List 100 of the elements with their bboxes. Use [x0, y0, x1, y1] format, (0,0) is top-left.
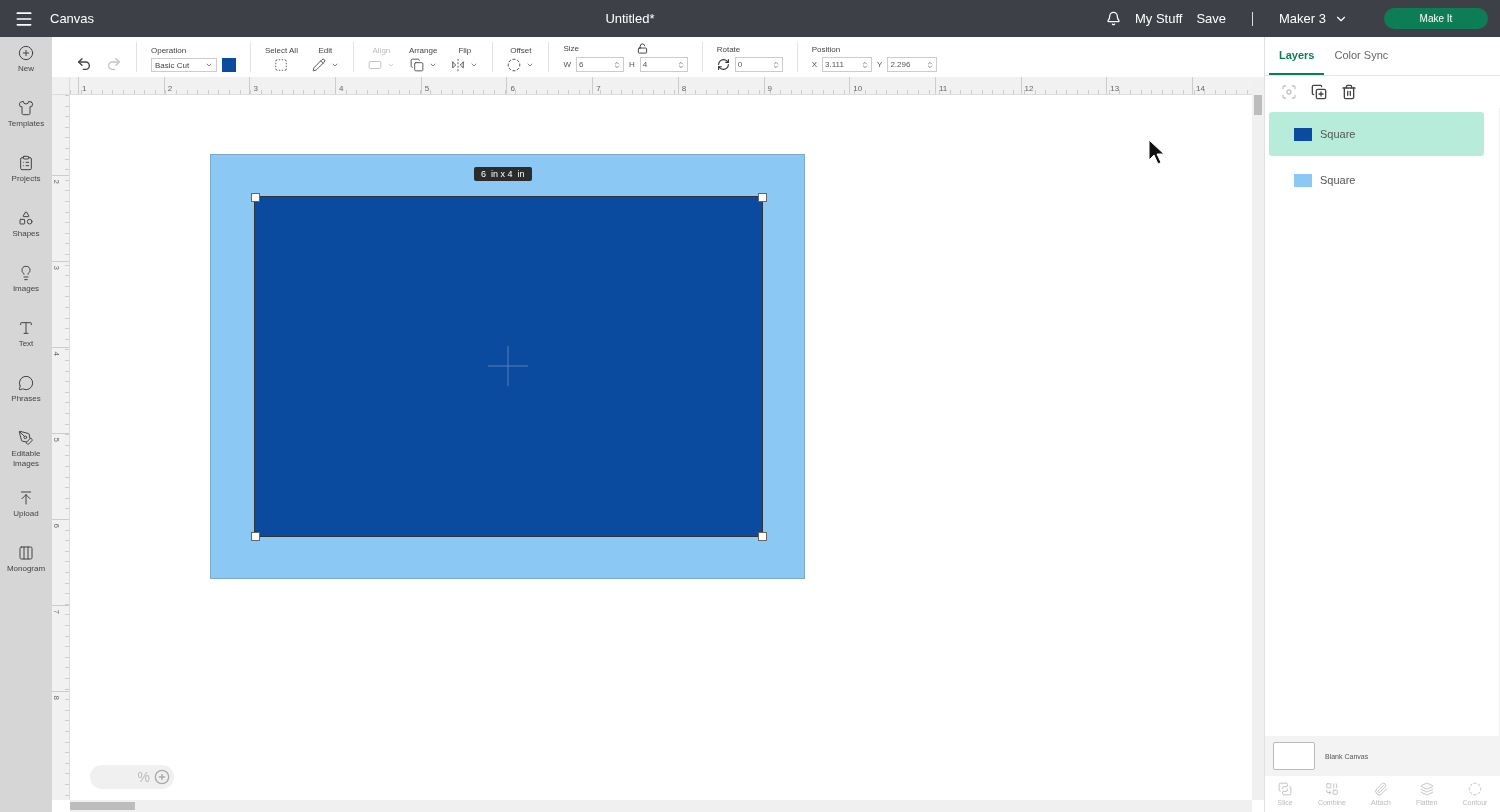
ruler-number: 4: [52, 351, 61, 358]
sidebar-item[interactable]: Templates: [0, 100, 52, 155]
shapes-icon: [18, 210, 34, 226]
toolbar-tool[interactable]: Offset: [507, 46, 535, 72]
columns-icon: [18, 545, 34, 561]
horizontal-scrollbar[interactable]: [70, 800, 1252, 812]
combine-icon: [1324, 782, 1339, 796]
top-link[interactable]: My Stuff: [1134, 11, 1183, 26]
color-swatch[interactable]: [222, 58, 236, 72]
trash-icon[interactable]: [1341, 84, 1357, 100]
field-label: W: [563, 60, 571, 69]
flip-icon: [451, 58, 466, 72]
operation-select[interactable]: Basic Cut: [151, 58, 217, 72]
upload-icon: [18, 490, 34, 506]
top-link[interactable]: Save: [1196, 11, 1227, 26]
sidebar-item[interactable]: Upload: [0, 490, 52, 545]
machine-dropdown[interactable]: Maker 3: [1279, 11, 1348, 26]
sidebar-item[interactable]: Phrases: [0, 375, 52, 430]
sidebar-item[interactable]: Editable Images: [0, 430, 52, 490]
layer-name: Square: [1320, 174, 1356, 186]
sidebar-item[interactable]: Text: [0, 320, 52, 375]
spinner-icon[interactable]: [861, 60, 870, 69]
spinner-icon[interactable]: [676, 60, 685, 69]
lock-icon[interactable]: [636, 43, 648, 54]
sidebar-item[interactable]: New: [0, 45, 52, 100]
caret-icon: [470, 61, 479, 69]
y-field[interactable]: 2.296: [887, 57, 938, 72]
caret-icon: [386, 61, 395, 69]
ruler-number: 3: [252, 84, 258, 93]
rotate-icon[interactable]: [716, 58, 730, 71]
cursor-icon: [1148, 139, 1166, 165]
shirt-icon: [18, 100, 34, 116]
ruler-number: 6: [509, 84, 515, 93]
ruler-number: 12: [1023, 84, 1034, 93]
ruler-number: 9: [766, 84, 772, 93]
project-title: Untitled*: [605, 11, 655, 26]
ruler-number: 2: [166, 84, 173, 93]
field-label: Y: [877, 60, 883, 69]
sidebar-item[interactable]: Monogram: [0, 545, 52, 600]
ruler-number: 5: [52, 437, 61, 444]
ruler-number: 6: [52, 523, 61, 530]
layers-icon: [1419, 782, 1434, 796]
toolbar-label: Size: [563, 44, 579, 53]
pen-icon: [18, 430, 34, 446]
vertical-scrollbar[interactable]: [1252, 77, 1264, 800]
toolbar-tool[interactable]: Flip: [451, 46, 479, 72]
x-field[interactable]: 3.111: [822, 57, 873, 72]
duplicate-icon[interactable]: [1311, 84, 1327, 100]
ruler-number: 14: [1194, 84, 1205, 93]
undo-icon[interactable]: [76, 56, 92, 72]
ruler-number: 11: [937, 84, 948, 93]
bell-icon[interactable]: [1105, 11, 1121, 26]
panel-tab[interactable]: Layers: [1269, 37, 1325, 75]
group-icon[interactable]: [1281, 84, 1297, 100]
app-section-label: Canvas: [50, 11, 95, 26]
sidebar-item[interactable]: Shapes: [0, 210, 52, 265]
zoom-in-icon[interactable]: [154, 769, 170, 785]
dashed-circle-icon: [507, 58, 522, 72]
toolbar-label: Position: [811, 45, 842, 54]
layer-name: Square: [1320, 128, 1356, 140]
toolbar-label: Rotate: [716, 45, 742, 54]
spinner-icon[interactable]: [926, 60, 935, 69]
resize-handle[interactable]: [251, 532, 260, 541]
resize-handle[interactable]: [758, 532, 767, 541]
field-label: H: [628, 60, 635, 69]
caret-icon: [526, 61, 535, 69]
panel-tab[interactable]: Color Sync: [1324, 37, 1399, 75]
new-icon: [18, 45, 34, 61]
resize-handle[interactable]: [758, 193, 767, 202]
spinner-icon[interactable]: [612, 60, 621, 69]
height-field[interactable]: 4: [639, 57, 688, 72]
ruler-number: 7: [52, 609, 61, 616]
toolbar-tool[interactable]: Select All: [265, 46, 298, 72]
ruler-number: 1: [81, 84, 87, 93]
rectangle-icon: [367, 58, 382, 72]
caret-icon: [330, 61, 339, 69]
resize-handle[interactable]: [251, 193, 260, 202]
layer-item[interactable]: Square: [1269, 158, 1484, 202]
rotate-field[interactable]: 0: [734, 57, 783, 72]
toolbar-tool[interactable]: Edit: [311, 46, 339, 72]
paperclip-icon: [1373, 782, 1388, 796]
spinner-icon[interactable]: [771, 60, 780, 69]
ruler-number: 2: [52, 179, 61, 186]
dashed-circle-icon: [1468, 782, 1482, 796]
make-it-button[interactable]: Make It: [1384, 8, 1488, 29]
sidebar-item[interactable]: Images: [0, 265, 52, 320]
field-label: X: [811, 60, 818, 69]
canvas-thumbnail[interactable]: [1273, 742, 1315, 770]
ruler-number: 3: [52, 265, 61, 272]
toolbar-tool[interactable]: Arrange: [408, 46, 438, 72]
ruler-number: 7: [595, 84, 601, 93]
caret-icon: [205, 61, 213, 69]
width-field[interactable]: 6: [575, 57, 624, 72]
toolbar-label: Operation: [151, 46, 188, 55]
speech-bubble-icon: [18, 375, 34, 391]
size-tooltip: 6 in x 4 in: [474, 167, 532, 181]
sidebar-item[interactable]: Projects: [0, 155, 52, 210]
stack-icon: [409, 58, 424, 72]
clipboard-icon: [18, 155, 34, 171]
layer-item[interactable]: Square: [1269, 112, 1484, 156]
